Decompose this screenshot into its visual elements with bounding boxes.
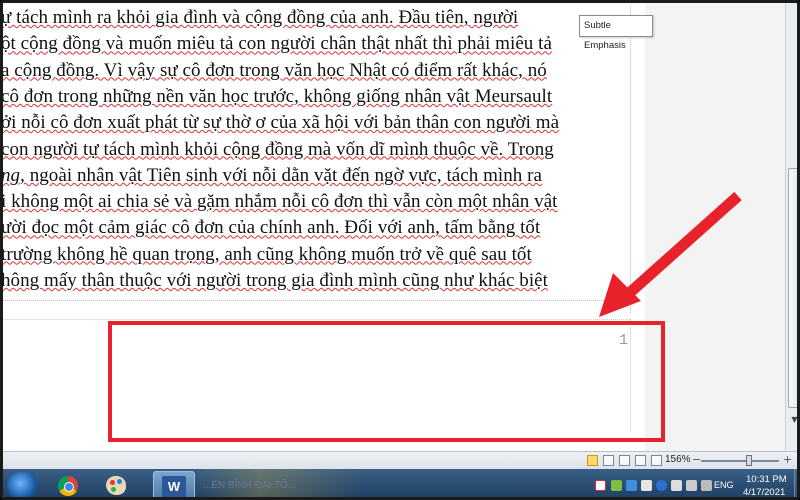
- text-line[interactable]: cô đơn trong những nền văn học trước, kh…: [3, 84, 552, 109]
- paint-icon: [106, 476, 126, 495]
- scrollbar-thumb[interactable]: [788, 168, 797, 408]
- text-boundary-bottom: [3, 300, 630, 301]
- text-line[interactable]: ng, ngoài nhân vật Tiên sinh với nỗi dằn…: [3, 163, 542, 188]
- chrome-icon: [58, 476, 78, 496]
- text-line[interactable]: con người tự tách mình khỏi cộng đồng mà…: [3, 137, 554, 162]
- network-icon[interactable]: [671, 480, 682, 491]
- zoom-in-button[interactable]: +: [783, 453, 792, 466]
- text-segment: ự tách mình ra khỏi gia đình và cộng đồn…: [3, 7, 519, 28]
- text-line[interactable]: ự tách mình ra khỏi gia đình và cộng đồn…: [3, 5, 518, 30]
- scroll-down-arrow-icon[interactable]: ▼: [788, 413, 797, 427]
- text-line[interactable]: ười đọc một cảm giác cô đơn của chính an…: [3, 215, 540, 240]
- tray-app-icon[interactable]: [611, 480, 622, 491]
- text-segment: , ngoài nhân vật Tiên sinh với nỗi dằn v…: [20, 164, 543, 186]
- web-layout-view-button[interactable]: [619, 455, 630, 466]
- text-segment: ột cộng đồng và muốn miêu tả con người c…: [3, 33, 552, 55]
- word-icon: W: [162, 476, 186, 497]
- bluetooth-icon[interactable]: [656, 480, 667, 491]
- clock-date[interactable]: 4/17/2021: [743, 487, 785, 497]
- antivirus-icon[interactable]: [595, 480, 606, 491]
- text-segment: hông mấy thân thuộc với người trong gia …: [3, 270, 548, 291]
- print-layout-view-button[interactable]: [587, 455, 598, 466]
- taskbar-chrome[interactable]: [47, 471, 89, 497]
- zoom-slider-track[interactable]: [701, 460, 779, 462]
- language-indicator[interactable]: ENG: [714, 480, 734, 490]
- zoom-slider-thumb[interactable]: [746, 455, 753, 466]
- highlight-box: [108, 321, 665, 442]
- text-segment: con người tự tách mình khỏi cộng đồng mà…: [3, 138, 554, 160]
- flag-icon[interactable]: [641, 480, 652, 491]
- text-line[interactable]: trường không hề quan trọng, anh cũng khô…: [3, 242, 532, 267]
- text-segment: cô đơn trong những nền văn học trước, kh…: [3, 85, 553, 107]
- taskbar: W ...EN BÌNH ĐẠI TÔ... ENG 10:31 PM 4/17…: [3, 469, 797, 497]
- outline-view-button[interactable]: [635, 455, 646, 466]
- zoom-level[interactable]: 156%: [665, 454, 691, 465]
- text-line[interactable]: hông mấy thân thuộc với người trong gia …: [3, 268, 548, 293]
- text-line[interactable]: ởi nỗi cô đơn xuất phát từ sự thờ ơ của …: [3, 110, 559, 135]
- full-screen-reading-view-button[interactable]: [603, 455, 614, 466]
- clock-time[interactable]: 10:31 PM: [746, 474, 787, 485]
- status-bar: 156% − +: [3, 451, 797, 469]
- taskbar-word[interactable]: W: [153, 471, 195, 497]
- text-line[interactable]: a cộng đồng. Vì vậy sự cô đơn trong văn …: [3, 58, 547, 83]
- style-tooltip: Subtle Emphasis: [579, 15, 653, 51]
- text-boundary-right: [630, 3, 631, 313]
- vertical-scrollbar[interactable]: ▼: [785, 3, 797, 451]
- network-tool-icon[interactable]: [626, 480, 637, 491]
- taskbar-paint[interactable]: [95, 471, 137, 497]
- text-line[interactable]: i không một ai chia sẻ và gặm nhắm nỗi c…: [3, 189, 558, 214]
- screenshot-frame: ự tách mình ra khỏi gia đình và cộng đồn…: [0, 0, 800, 500]
- text-segment: a cộng đồng. Vì vậy sự cô đơn trong văn …: [3, 59, 547, 81]
- taskbar-banner: ...EN BÌNH ĐẠI TÔ...: [193, 469, 363, 497]
- italic-text: ng: [3, 164, 21, 186]
- zoom-out-button[interactable]: −: [692, 453, 701, 466]
- show-desktop-button[interactable]: [794, 469, 797, 497]
- text-segment: ởi nỗi cô đơn xuất phát từ sự thờ ơ của …: [3, 112, 560, 134]
- volume-icon[interactable]: [701, 480, 712, 491]
- text-segment: trường không hề quan trọng, anh cũng khô…: [3, 243, 532, 265]
- windows-start-icon[interactable]: [7, 472, 37, 497]
- draft-view-button[interactable]: [651, 455, 662, 466]
- text-segment: i không một ai chia sẻ và gặm nhắm nỗi c…: [3, 191, 558, 213]
- text-line[interactable]: ột cộng đồng và muốn miêu tả con người c…: [3, 31, 552, 56]
- power-icon[interactable]: [686, 480, 697, 491]
- system-tray: ENG 10:31 PM 4/17/2021: [591, 469, 797, 497]
- text-segment: ười đọc một cảm giác cô đơn của chính an…: [3, 217, 541, 239]
- footer-boundary: [3, 319, 630, 320]
